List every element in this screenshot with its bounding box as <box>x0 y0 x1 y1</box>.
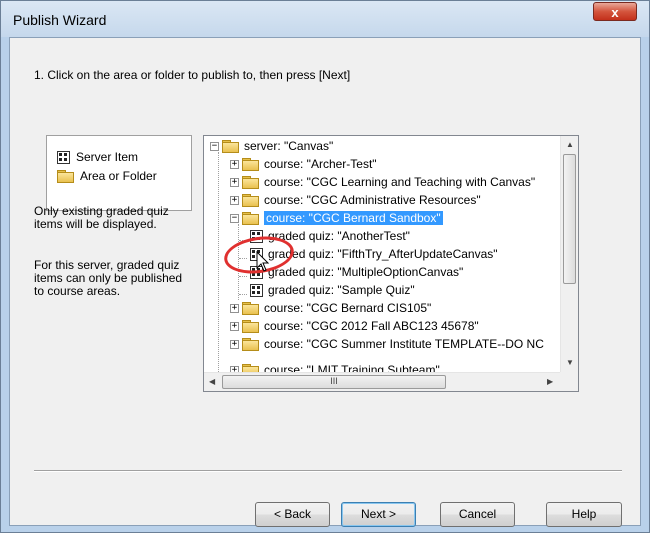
tree-node-label: course: "CGC Administrative Resources" <box>264 193 481 207</box>
legend-server-item: Server Item <box>57 149 138 165</box>
note-course-areas: For this server, graded quiz items can o… <box>34 258 183 298</box>
tree-node-label: course: "LMIT Training Subteam" <box>264 363 440 372</box>
cancel-button[interactable]: Cancel <box>440 502 515 527</box>
tree-node-quiz[interactable]: graded quiz: "Sample Quiz" <box>248 281 415 299</box>
tree-node-course[interactable]: + course: "CGC Summer Institute TEMPLATE… <box>230 335 544 353</box>
scroll-down-arrow-icon[interactable]: ▼ <box>566 358 574 367</box>
next-button[interactable]: Next > <box>341 502 416 527</box>
tree-node-course[interactable]: + course: "CGC Learning and Teaching wit… <box>230 173 535 191</box>
back-button[interactable]: < Back <box>255 502 330 527</box>
tree-node-label: course: "CGC Bernard CIS105" <box>264 301 432 315</box>
folder-icon <box>242 319 259 333</box>
scroll-corner <box>560 372 578 391</box>
legend-server-item-label: Server Item <box>76 150 139 164</box>
folder-icon <box>222 139 239 153</box>
tree-node-course[interactable]: + course: "CGC Administrative Resources" <box>230 191 481 209</box>
help-button[interactable]: Help <box>546 502 622 527</box>
tree-node-label: course: "CGC Summer Institute TEMPLATE--… <box>264 337 544 351</box>
legend-area-folder: Area or Folder <box>57 168 157 184</box>
folder-icon <box>242 175 259 189</box>
tree-node-server[interactable]: − server: "Canvas" <box>210 137 333 155</box>
tree-node-course[interactable]: + course: "Archer-Test" <box>230 155 377 173</box>
legend-box: Server Item Area or Folder <box>46 135 192 211</box>
vertical-scrollbar[interactable]: ▲ ▼ <box>560 136 578 372</box>
button-separator <box>34 470 622 472</box>
note-graded-items: Only existing graded quiz items will be … <box>34 204 169 231</box>
tree-node-label: graded quiz: "MultipleOptionCanvas" <box>268 265 464 279</box>
tree-node-course-selected[interactable]: − course: "CGC Bernard Sandbox" <box>230 209 443 227</box>
horizontal-scroll-thumb[interactable]: III <box>222 375 446 389</box>
collapse-toggle[interactable]: − <box>210 141 219 151</box>
tree-node-label: graded quiz: "Sample Quiz" <box>268 283 415 297</box>
tree-node-course[interactable]: + course: "CGC 2012 Fall ABC123 45678" <box>230 317 479 335</box>
expand-toggle[interactable]: + <box>230 339 239 349</box>
expand-toggle[interactable]: + <box>230 303 239 313</box>
close-button[interactable]: x <box>593 2 637 21</box>
tree-node-label: graded quiz: "AnotherTest" <box>268 229 410 243</box>
legend-area-folder-label: Area or Folder <box>80 169 157 183</box>
mouse-cursor-icon <box>256 251 270 272</box>
folder-icon <box>57 169 74 183</box>
expand-toggle[interactable]: + <box>230 159 239 169</box>
server-item-icon <box>57 150 70 164</box>
tree-node-course[interactable]: + course: "LMIT Training Subteam" <box>230 361 440 372</box>
tree-node-label: graded quiz: "FifthTry_AfterUpdateCanvas… <box>268 247 498 261</box>
publish-wizard-window: Publish Wizard x 1. Click on the area or… <box>0 0 650 533</box>
folder-icon <box>242 157 259 171</box>
window-title: Publish Wizard <box>13 12 107 28</box>
folder-icon <box>242 337 259 351</box>
tree-node-label: course: "CGC Learning and Teaching with … <box>264 175 536 189</box>
scroll-right-arrow-icon[interactable]: ▶ <box>547 377 553 386</box>
folder-icon <box>242 211 259 225</box>
expand-toggle[interactable]: + <box>230 177 239 187</box>
vertical-scroll-thumb[interactable] <box>563 154 576 284</box>
scroll-up-arrow-icon[interactable]: ▲ <box>566 140 574 149</box>
folder-icon <box>242 301 259 315</box>
tree-node-label: server: "Canvas" <box>244 139 334 153</box>
tree-node-label: course: "Archer-Test" <box>264 157 377 171</box>
expand-toggle[interactable]: + <box>230 321 239 331</box>
collapse-toggle[interactable]: − <box>230 213 239 223</box>
tree-node-label: course: "CGC Bernard Sandbox" <box>264 211 443 225</box>
scroll-left-arrow-icon[interactable]: ◀ <box>209 377 215 386</box>
tree-node-course[interactable]: + course: "CGC Bernard CIS105" <box>230 299 431 317</box>
horizontal-scrollbar[interactable]: ◀ III ▶ <box>204 372 560 391</box>
instruction-text: 1. Click on the area or folder to publis… <box>34 68 351 82</box>
folder-icon <box>242 193 259 207</box>
wizard-client-area: 1. Click on the area or folder to publis… <box>9 37 641 527</box>
folder-icon <box>242 363 259 372</box>
quiz-icon <box>250 283 263 297</box>
title-bar[interactable]: Publish Wizard x <box>1 1 649 37</box>
expand-toggle[interactable]: + <box>230 195 239 205</box>
tree-node-label: course: "CGC 2012 Fall ABC123 45678" <box>264 319 479 333</box>
